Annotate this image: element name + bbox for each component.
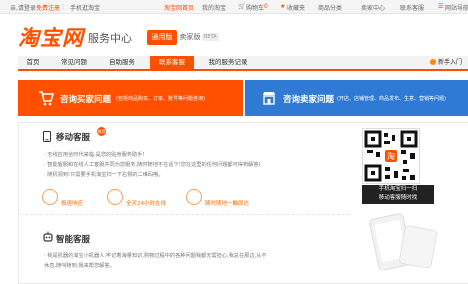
tab-service-records[interactable]: 我的服务记录	[200, 56, 256, 69]
cart-icon	[39, 91, 54, 106]
beginner-guide-label: 新手入门	[437, 59, 462, 66]
mobile-service-bullet: · 随机领到!只需要手机淘宝扫一下右侧的二维码哦。	[44, 172, 164, 178]
fast-response-icon	[42, 189, 58, 205]
smart-service-title: 智能客服	[56, 235, 91, 245]
seller-version-button[interactable]: 卖家版	[179, 30, 201, 45]
tab-home[interactable]: 首页	[18, 56, 48, 69]
recommend-badge: 推荐	[97, 127, 106, 136]
section-divider	[20, 214, 350, 215]
mobile-phone-icon	[43, 131, 51, 142]
feature-anytime-access: 随时随地一触即达	[205, 201, 250, 207]
menu-icon: ☰	[438, 3, 444, 10]
separator: |	[62, 3, 65, 10]
mobile-service-qr-code: 淘	[362, 128, 420, 184]
robot-icon	[43, 231, 53, 242]
signup-link[interactable]: 免费注册	[36, 3, 60, 12]
seller-question-title: 咨询卖家问题	[283, 95, 335, 105]
buyer-question-title: 咨询买家问题	[60, 95, 112, 105]
tab-faq[interactable]: 常见问题	[52, 56, 96, 69]
tab-contact-service[interactable]: 联系客服	[150, 56, 194, 69]
feature-fast-response: 极速响应	[61, 201, 84, 207]
mobile-taobao-link[interactable]: 手机逛淘宝	[70, 3, 100, 12]
mobile-service-bullet: · 智能客服和在线人工客服共同为您服务,随时随地不在话下!您在这里的任何问题都可…	[44, 162, 261, 168]
favorites-link[interactable]: 收藏夹	[287, 3, 305, 12]
mobile-service-bullet: · 无线应用全时代来临,是您的贴身服务助手!	[44, 152, 145, 158]
tab-self-service[interactable]: 自助服务	[100, 56, 144, 69]
cart-link[interactable]: 购物车	[246, 3, 264, 12]
clock-24h-icon	[107, 189, 123, 205]
qr-code-icon: 淘	[364, 130, 418, 182]
svg-text:淘: 淘	[387, 151, 395, 161]
taobao-logo[interactable]: 淘宝网	[18, 22, 84, 52]
cart-count: 0	[264, 3, 268, 10]
sitemap-link[interactable]: 网站导航	[445, 3, 468, 12]
qr-caption: 手机淘宝扫一扫 移动客服随时找	[362, 185, 434, 204]
buyer-question-desc: (包括商品购买、订单、账号等问题咨询)	[116, 96, 205, 102]
mobile-service-title: 移动客服	[56, 133, 91, 143]
taobao-home-link[interactable]: 淘宝网首页	[164, 3, 194, 12]
phone-chat-illustration	[369, 213, 437, 270]
shop-icon	[263, 92, 275, 105]
login-link[interactable]: 亲,请登录	[10, 3, 36, 12]
smart-service-bullet: · 我是机器的淘宝小机器人,牢记着海量知识,购物过程中的各种问题我都无需担心,我…	[44, 253, 267, 259]
service-center-title: 服务中心	[88, 32, 132, 45]
contact-service-link[interactable]: 联系客服	[400, 3, 424, 12]
info-icon	[429, 59, 436, 65]
star-icon: ★	[280, 3, 286, 10]
qr-caption-line1: 手机淘宝扫一扫	[378, 186, 418, 192]
site-top-bar: 亲,请登录 免费注册 | 手机逛淘宝 淘宝网首页 我的淘宝 🛒 购物车 0 ★ …	[0, 0, 468, 14]
smart-service-bullet: 休息,随叫随到,我来帮您解答。	[44, 263, 115, 269]
beginner-guide-link[interactable]: 新手入门	[429, 56, 462, 69]
seller-center-link[interactable]: 卖家中心	[361, 3, 385, 12]
my-taobao-link[interactable]: 我的淘宝	[202, 3, 226, 12]
buyer-question-banner[interactable]: 咨询买家问题 (包括商品购买、订单、账号等问题咨询)	[18, 80, 243, 116]
beta-badge: BETA	[202, 33, 219, 41]
main-nav: 首页 常见问题 自助服务 联系客服 我的服务记录 新手入门	[18, 56, 468, 71]
phone-touch-icon	[186, 189, 202, 205]
seller-question-banner[interactable]: 咨询卖家问题 (开店、店铺管理、商品发布、生意、营销等问题)	[245, 80, 468, 116]
cart-icon: 🛒	[238, 3, 246, 10]
seller-question-desc: (开店、店铺管理、商品发布、生意、营销等问题)	[337, 96, 446, 102]
feature-24h-online: 全天24小时在线	[126, 201, 166, 207]
qr-caption-line2: 移动客服随时找	[378, 195, 418, 201]
categories-link[interactable]: 商品分类	[318, 3, 342, 12]
general-version-button[interactable]: 通用版	[147, 30, 177, 45]
